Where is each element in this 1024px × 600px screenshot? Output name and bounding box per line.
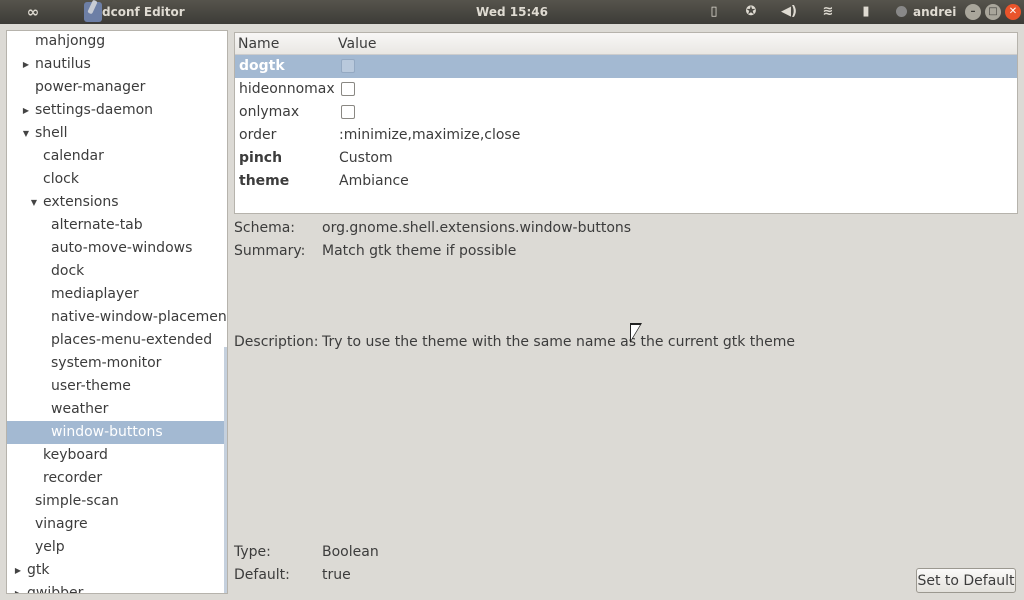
type-label: Type: xyxy=(234,544,271,560)
description-value: Try to use the theme with the same name … xyxy=(322,334,795,350)
dash-home-icon[interactable]: ∞ xyxy=(0,0,66,24)
mouse-pointer-icon xyxy=(630,323,642,343)
battery-icon[interactable]: ▮ xyxy=(856,0,876,24)
tree-item-extensions[interactable]: ▼extensions xyxy=(7,191,227,214)
tree-item-mahjongg[interactable]: mahjongg xyxy=(7,30,227,53)
summary-label: Summary: xyxy=(234,243,305,259)
summary-value: Match gtk theme if possible xyxy=(322,243,516,259)
tree-item-places-menu-extended[interactable]: places-menu-extended xyxy=(7,329,227,352)
top-panel: ∞ dconf Editor Wed 15:46 ▯ ✪ ◀) ≋ ▮ andr… xyxy=(0,0,1024,24)
user-name: andrei xyxy=(913,5,956,19)
accessibility-icon[interactable]: ✪ xyxy=(741,0,761,24)
order-value[interactable]: :minimize,maximize,close xyxy=(339,124,520,147)
schema-value: org.gnome.shell.extensions.window-button… xyxy=(322,220,631,236)
tree-item-shell[interactable]: ▼shell xyxy=(7,122,227,145)
description-label: Description: xyxy=(234,334,318,350)
key-row-theme[interactable]: theme Ambiance xyxy=(235,170,1017,193)
expand-arrow-icon[interactable]: ▶ xyxy=(13,559,23,582)
tree-item-power-manager[interactable]: power-manager xyxy=(7,76,227,99)
minimize-button[interactable]: – xyxy=(965,4,981,20)
tree-item-user-theme[interactable]: user-theme xyxy=(7,375,227,398)
tree-item-gwibber[interactable]: ▶gwibber xyxy=(7,582,227,594)
key-row-dogtk[interactable]: dogtk xyxy=(235,55,1017,78)
tree-item-alternate-tab[interactable]: alternate-tab xyxy=(7,214,227,237)
key-row-onlymax[interactable]: onlymax xyxy=(235,101,1017,124)
set-to-default-button[interactable]: Set to Default xyxy=(916,568,1016,593)
tree-item-settings-daemon[interactable]: ▶settings-daemon xyxy=(7,99,227,122)
theme-value[interactable]: Ambiance xyxy=(339,170,409,193)
sidebar-scrollbar[interactable] xyxy=(224,347,227,593)
clipboard-icon[interactable]: ▯ xyxy=(704,0,724,24)
tree-item-nautilus[interactable]: ▶nautilus xyxy=(7,53,227,76)
expand-arrow-icon[interactable]: ▶ xyxy=(21,53,31,76)
tree-item-simple-scan[interactable]: simple-scan xyxy=(7,490,227,513)
default-label: Default: xyxy=(234,567,290,583)
key-row-hideonnomax[interactable]: hideonnomax xyxy=(235,78,1017,101)
expand-arrow-icon[interactable]: ▶ xyxy=(13,582,23,594)
tree-item-auto-move-windows[interactable]: auto-move-windows xyxy=(7,237,227,260)
tree-item-keyboard[interactable]: keyboard xyxy=(7,444,227,467)
onlymax-checkbox[interactable] xyxy=(341,105,355,119)
hideonnomax-checkbox[interactable] xyxy=(341,82,355,96)
user-menu[interactable]: andrei xyxy=(896,0,956,24)
key-list-header: Name Value xyxy=(235,33,1017,55)
key-row-order[interactable]: order :minimize,maximize,close xyxy=(235,124,1017,147)
tree-item-recorder[interactable]: recorder xyxy=(7,467,227,490)
dogtk-checkbox[interactable] xyxy=(341,59,355,73)
pinch-value[interactable]: Custom xyxy=(339,147,393,170)
default-value: true xyxy=(322,567,351,583)
tree-item-yelp[interactable]: yelp xyxy=(7,536,227,559)
tree-item-dock[interactable]: dock xyxy=(7,260,227,283)
schema-tree[interactable]: mahjongg ▶nautilus power-manager ▶settin… xyxy=(6,30,228,594)
collapse-arrow-icon[interactable]: ▼ xyxy=(29,191,39,214)
tree-item-clock[interactable]: clock xyxy=(7,168,227,191)
tree-item-vinagre[interactable]: vinagre xyxy=(7,513,227,536)
volume-icon[interactable]: ◀) xyxy=(779,0,799,24)
tree-item-mediaplayer[interactable]: mediaplayer xyxy=(7,283,227,306)
tree-item-weather[interactable]: weather xyxy=(7,398,227,421)
app-title: dconf Editor xyxy=(102,0,185,24)
user-status-icon xyxy=(896,6,907,17)
tree-item-gtk[interactable]: ▶gtk xyxy=(7,559,227,582)
maximize-button[interactable]: □ xyxy=(985,4,1001,20)
expand-arrow-icon[interactable]: ▶ xyxy=(21,99,31,122)
tree-item-calendar[interactable]: calendar xyxy=(7,145,227,168)
column-header-value[interactable]: Value xyxy=(338,36,376,52)
key-row-pinch[interactable]: pinch Custom xyxy=(235,147,1017,170)
wifi-icon[interactable]: ≋ xyxy=(818,0,838,24)
column-header-name[interactable]: Name xyxy=(238,36,279,52)
tree-item-native-window-placement[interactable]: native-window-placement xyxy=(7,306,227,329)
close-button[interactable]: ✕ xyxy=(1005,4,1021,20)
type-value: Boolean xyxy=(322,544,379,560)
collapse-arrow-icon[interactable]: ▼ xyxy=(21,122,31,145)
tree-item-system-monitor[interactable]: system-monitor xyxy=(7,352,227,375)
schema-label: Schema: xyxy=(234,220,295,236)
tree-item-window-buttons[interactable]: window-buttons xyxy=(7,421,227,444)
key-list[interactable]: Name Value dogtk hideonnomax onlymax ord… xyxy=(234,32,1018,214)
